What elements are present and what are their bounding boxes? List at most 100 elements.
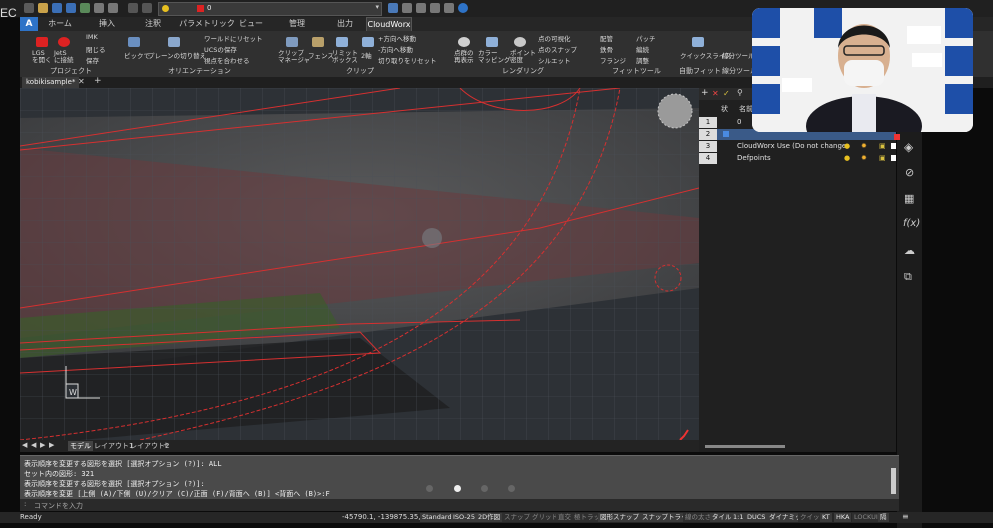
save-button[interactable]: 保存 (86, 55, 99, 65)
open-lgs-icon[interactable] (36, 37, 48, 47)
dim-style-button[interactable]: ISO-25 (451, 513, 477, 522)
tab-view[interactable]: ビュー (236, 17, 266, 31)
ortho-toggle[interactable]: 直交 (556, 513, 573, 522)
open-lgs-button[interactable]: LGS を開く (32, 50, 52, 64)
ducs-toggle[interactable]: DUCS (745, 513, 768, 522)
two-axis-icon[interactable] (362, 37, 374, 47)
connect-jets-icon[interactable] (58, 37, 70, 47)
hka-toggle[interactable]: HKA (834, 513, 852, 522)
tile-button[interactable]: タイル (710, 513, 734, 522)
web-mobile-icon[interactable] (80, 3, 90, 13)
move-minus-button[interactable]: -方向へ移動 (378, 44, 413, 54)
slide-dot-active[interactable] (454, 485, 461, 492)
quick-slice-icon[interactable] (692, 37, 704, 47)
sun-icon[interactable]: ✹ (861, 142, 867, 150)
move-plus-button[interactable]: +方向へ移動 (378, 33, 416, 43)
tab-annotate[interactable]: 注釈 (136, 17, 170, 31)
slide-dot[interactable] (481, 485, 488, 492)
tab-manage[interactable]: 管理 (282, 17, 312, 31)
color-mapping-icon[interactable] (486, 37, 498, 47)
point-redisplay-icon[interactable] (458, 37, 470, 47)
draw-icon[interactable] (402, 3, 412, 13)
lockui-toggle[interactable]: LOCKUI (852, 513, 880, 522)
layers-icon[interactable]: ◈ (904, 140, 913, 154)
nav-prev-icon[interactable]: ◀ (31, 441, 36, 449)
open-icon[interactable] (38, 3, 48, 13)
tab-layout1[interactable]: レイアウト1 (94, 441, 133, 451)
imk-button[interactable]: IMK (86, 33, 98, 41)
isolate-toggle[interactable]: 隔 (878, 513, 889, 522)
tab-output[interactable]: 出力 (330, 17, 360, 31)
text-style-button[interactable]: Standard (420, 513, 454, 522)
search-icon[interactable]: ⚲ (737, 88, 743, 97)
fence-icon[interactable] (312, 37, 324, 47)
connect-jets-button[interactable]: JetS に接続 (54, 50, 74, 64)
command-close-icon[interactable]: : (24, 500, 26, 508)
two-axis-button[interactable]: 2軸 (361, 50, 372, 60)
workspace-button[interactable]: 2D作図 (476, 513, 503, 522)
steel-button[interactable]: 鉄骨 (600, 44, 613, 54)
blocks-icon[interactable]: ⧉ (904, 270, 912, 284)
document-tab[interactable]: kobikisample* (22, 77, 80, 88)
function-icon[interactable]: f(x) (903, 218, 920, 229)
layer-off-icon[interactable] (430, 3, 440, 13)
redo-icon[interactable] (142, 3, 152, 13)
set-current-icon[interactable]: ✓ (723, 89, 730, 98)
point-density-button[interactable]: ポイント 密度 (510, 50, 536, 64)
plane-switch-button[interactable]: プレーンの切り替え (148, 50, 206, 60)
add-layout-icon[interactable]: + (163, 441, 169, 449)
layer-iso-icon[interactable] (416, 3, 426, 13)
patch-button[interactable]: パッチ (636, 33, 656, 43)
save-icon[interactable] (52, 3, 62, 13)
attach-icon[interactable]: ⊘ (905, 166, 914, 179)
color-icon[interactable] (891, 155, 896, 161)
tab-parametric[interactable]: パラメトリック (178, 17, 236, 31)
save-as-icon[interactable] (66, 3, 76, 13)
nav-first-icon[interactable]: ◀ (22, 441, 27, 449)
close-icon[interactable]: ✕ (78, 77, 85, 86)
point-snap-button[interactable]: 点のスナップ (538, 44, 577, 54)
layer-row[interactable]: 3 CloudWorx Use (Do not change ● ✹ ▣ (699, 141, 896, 152)
new-layer-icon[interactable]: + (701, 88, 709, 98)
command-input[interactable]: : コマンドを入力 (20, 499, 899, 511)
customize-icon[interactable]: ≡ (902, 512, 909, 521)
pick-button[interactable]: ピックで (124, 50, 150, 60)
save-ucs-button[interactable]: UCSの保存 (204, 44, 237, 54)
lock-icon[interactable]: ▣ (879, 154, 886, 162)
fence-button[interactable]: フェンス (308, 50, 334, 60)
slide-dot[interactable] (426, 485, 433, 492)
command-scrollbar[interactable] (891, 468, 896, 494)
tab-cloudworx[interactable]: CloudWorx (366, 17, 412, 32)
match-properties-icon[interactable] (388, 3, 398, 13)
lightbulb-icon[interactable]: ● (844, 142, 850, 150)
point-density-icon[interactable] (514, 37, 526, 47)
snap-toggle[interactable]: スナップ (502, 513, 532, 522)
layer-freeze-icon[interactable] (444, 3, 454, 13)
clip-manager-icon[interactable] (286, 37, 298, 47)
drawing-viewport[interactable]: W (20, 88, 699, 440)
piping-button[interactable]: 配管 (600, 33, 613, 43)
point-redisplay-button[interactable]: 点群の 再表示 (454, 50, 474, 64)
limit-box-icon[interactable] (336, 37, 348, 47)
delete-layer-icon[interactable]: ✕ (712, 89, 719, 98)
pick-icon[interactable] (128, 37, 140, 47)
application-menu-button[interactable]: A (20, 17, 38, 31)
limit-box-button[interactable]: リミット ボックス (332, 50, 358, 64)
cloud-upload-icon[interactable]: ☁ (904, 244, 915, 257)
plane-switch-icon[interactable] (168, 37, 180, 47)
new-tab-icon[interactable]: + (94, 76, 102, 86)
close-button[interactable]: 閉じる (86, 44, 106, 54)
layer-dropdown[interactable]: 0 ▾ (158, 2, 382, 16)
reset-clip-button[interactable]: 切り取りをリセット (378, 55, 437, 65)
slide-dot[interactable] (508, 485, 515, 492)
tab-home[interactable]: ホーム (42, 17, 78, 31)
clip-manager-button[interactable]: クリップ マネージャ (278, 50, 310, 64)
line-tool-button[interactable]: 線分ツール (722, 50, 755, 60)
silhouette-button[interactable]: シルエット (538, 55, 571, 65)
point-visualize-button[interactable]: 点の可視化 (538, 33, 571, 43)
flange-button[interactable]: フランジ (600, 55, 626, 65)
plot-icon[interactable] (108, 3, 118, 13)
grid-palette-icon[interactable]: ▦ (904, 192, 914, 205)
adjust-button[interactable]: 調整 (636, 55, 649, 65)
match-view-button[interactable]: 視点を合わせる (204, 55, 250, 65)
